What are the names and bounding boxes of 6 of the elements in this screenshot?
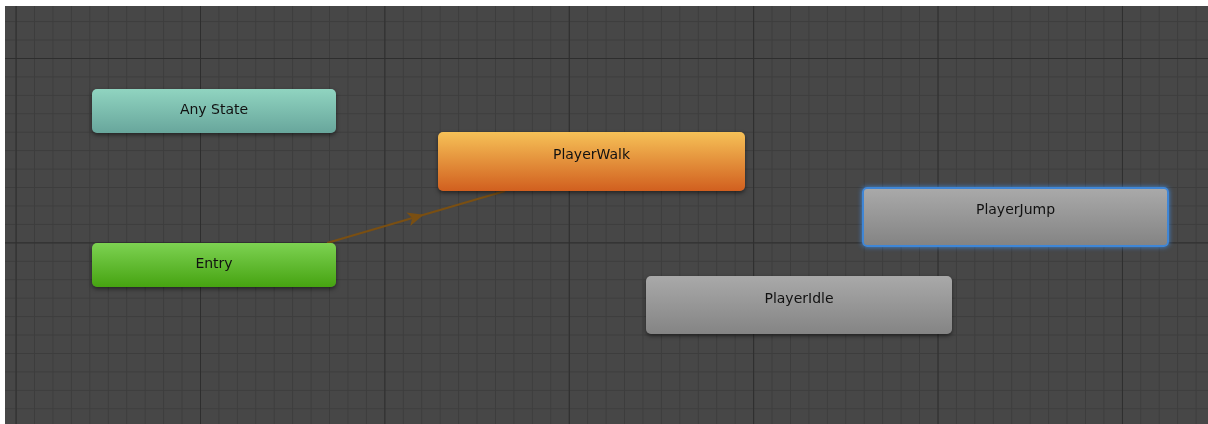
state-node[interactable]: PlayerJump [862,187,1169,247]
state-node[interactable]: PlayerIdle [646,276,952,334]
state-node[interactable]: Any State [92,89,336,133]
state-node[interactable]: Entry [92,243,336,287]
transition-arrow[interactable] [326,190,506,244]
state-node[interactable]: PlayerWalk [438,132,745,191]
